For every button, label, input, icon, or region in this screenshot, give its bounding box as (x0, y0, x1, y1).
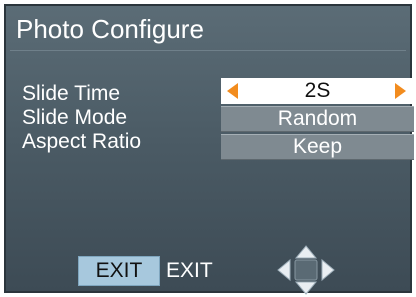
dpad-up-arrow (294, 245, 318, 259)
exit-label: EXIT (166, 259, 213, 282)
title-divider (10, 50, 406, 51)
dpad-down-arrow (294, 281, 318, 295)
dpad-left-arrow (277, 258, 291, 282)
dpad-center (294, 259, 318, 281)
slide-time-label: Slide Time (22, 82, 121, 105)
slide-mode-label: Slide Mode (22, 106, 128, 129)
aspect-ratio-value: Keep (292, 135, 343, 158)
slide-mode-value: Random (277, 107, 358, 130)
caret-right-icon[interactable] (395, 83, 406, 99)
footer-bar: EXIT EXIT (6, 245, 410, 295)
exit-button[interactable]: EXIT (78, 256, 160, 286)
aspect-ratio-label: Aspect Ratio (22, 130, 142, 153)
directional-pad-icon (277, 245, 335, 295)
slide-time-selector[interactable]: 2S (221, 78, 414, 104)
slide-time-value: 2S (304, 79, 331, 102)
caret-left-icon[interactable] (227, 83, 238, 99)
page-title: Photo Configure (16, 14, 204, 44)
photo-configure-panel: Photo Configure Slide Time Slide Mode As… (4, 4, 414, 295)
aspect-ratio-selector[interactable]: Keep (221, 134, 414, 160)
settings-labels: Slide Time Slide Mode Aspect Ratio (22, 82, 141, 154)
dpad-right-arrow (321, 258, 335, 282)
slide-mode-selector[interactable]: Random (221, 106, 414, 132)
